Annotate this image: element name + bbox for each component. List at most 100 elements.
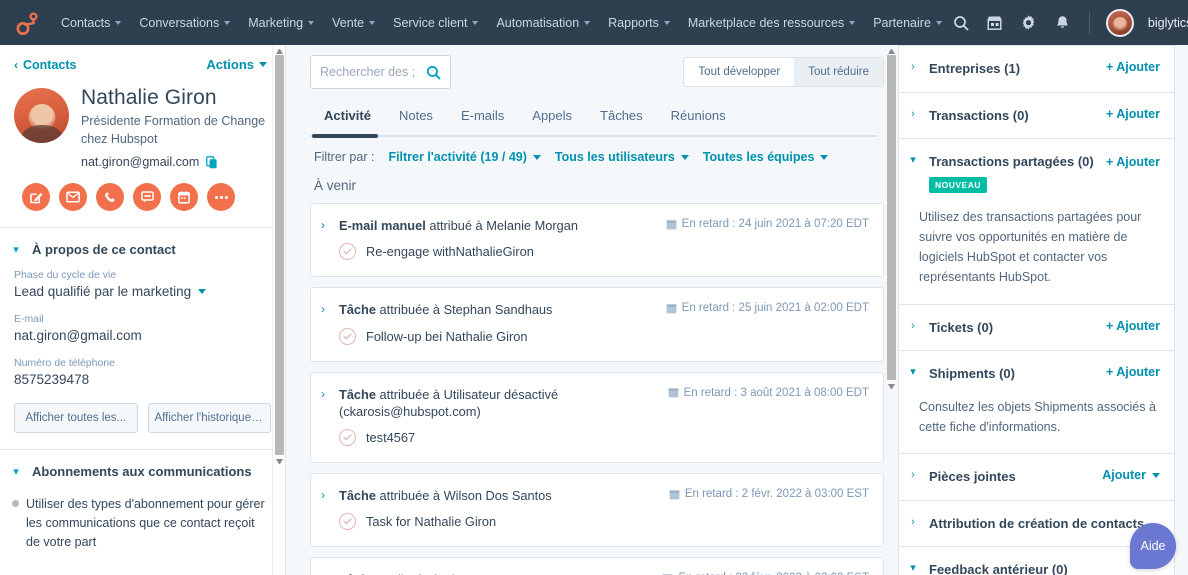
log-activity-icon[interactable] (133, 183, 161, 211)
chevron-right-icon[interactable]: › (907, 60, 919, 75)
task-complete-checkbox[interactable] (339, 243, 356, 260)
timeline-tabs: Activité Notes E-mails Appels Tâches Réu… (310, 99, 884, 135)
section-communication-subscriptions[interactable]: ▾ Abonnements aux communications (0, 450, 285, 491)
filter-teams-label: Toutes les équipes (703, 150, 815, 164)
help-button[interactable]: Aide (1130, 523, 1176, 569)
more-icon[interactable] (207, 183, 235, 211)
card-pieces-jointes: › Pièces jointes Ajouter (898, 454, 1175, 501)
nav-item-marketplace[interactable]: Marketplace des ressources (679, 10, 864, 36)
nav-item-vente[interactable]: Vente (323, 10, 384, 36)
scroll-up-icon[interactable] (888, 48, 895, 54)
card-transactions-partagees: ▾ Transactions partagées (0) NOUVEAU + A… (898, 139, 1175, 305)
chevron-down-icon[interactable]: ▾ (907, 561, 919, 575)
add-ticket-button[interactable]: + Ajouter (1106, 319, 1160, 333)
nav-item-rapports[interactable]: Rapports (599, 10, 679, 36)
add-shared-transaction-button[interactable]: + Ajouter (1106, 153, 1160, 171)
scroll-down-icon[interactable] (276, 459, 283, 465)
chevron-right-icon[interactable]: › (321, 217, 331, 233)
phone-icon[interactable] (96, 183, 124, 211)
task-complete-checkbox[interactable] (339, 513, 356, 530)
search-input[interactable] (310, 55, 451, 89)
filter-activity-dropdown[interactable]: Filtrer l'activité (19 / 49) (388, 150, 540, 164)
nav-item-marketing[interactable]: Marketing (239, 10, 323, 36)
add-attachment-dropdown[interactable]: Ajouter (1102, 468, 1160, 482)
chevron-right-icon[interactable]: › (907, 107, 919, 122)
chevron-right-icon[interactable]: › (321, 386, 331, 402)
show-property-history-button[interactable]: Afficher l'historique d... (148, 403, 272, 433)
activity-due: En retard : 2 févr. 2022 à 03:00 EST (669, 487, 869, 500)
nav-label: Marketing (248, 16, 303, 30)
avatar[interactable] (1106, 9, 1134, 37)
expand-all-button[interactable]: Tout développer (684, 58, 794, 86)
task-complete-checkbox[interactable] (339, 328, 356, 345)
scroll-down-icon[interactable] (888, 384, 895, 390)
task-complete-checkbox[interactable] (339, 429, 356, 446)
chevron-down-icon[interactable]: ▾ (907, 365, 919, 380)
section-about-contact[interactable]: ▾ À propos de ce contact (0, 228, 285, 269)
chevron-right-icon[interactable]: › (907, 515, 919, 530)
breadcrumb-back-contacts[interactable]: ‹ Contacts (14, 58, 76, 72)
note-icon[interactable] (22, 183, 50, 211)
calendar-icon (666, 219, 677, 230)
chevron-right-icon[interactable]: › (321, 571, 331, 575)
tab-taches[interactable]: Tâches (586, 99, 657, 135)
nav-item-automatisation[interactable]: Automatisation (487, 10, 599, 36)
nav-item-service-client[interactable]: Service client (384, 10, 487, 36)
add-entreprise-button[interactable]: + Ajouter (1106, 60, 1160, 74)
filter-users-dropdown[interactable]: Tous les utilisateurs (555, 150, 689, 164)
section-title: À propos de ce contact (32, 242, 176, 257)
timeline-scrollbar[interactable] (885, 45, 898, 575)
calendar-icon (669, 489, 680, 500)
chevron-right-icon[interactable]: › (907, 319, 919, 334)
field-phone-number: Numéro de téléphone 8575239478 (0, 357, 285, 387)
activity-timeline-panel: Tout développer Tout réduire Activité No… (300, 45, 898, 575)
scrollbar-thumb[interactable] (275, 55, 284, 455)
table-row[interactable]: › Tâche attribuée à Wilson Dos Santos En… (310, 473, 884, 547)
hubspot-sprocket-logo[interactable] (14, 10, 40, 36)
scroll-up-icon[interactable] (276, 48, 283, 54)
marketplace-icon[interactable] (985, 13, 1005, 33)
filter-bar: Filtrer par : Filtrer l'activité (19 / 4… (310, 137, 884, 170)
collapse-all-button[interactable]: Tout réduire (794, 58, 883, 86)
account-menu[interactable]: biglytics.net (1148, 16, 1188, 30)
tab-emails[interactable]: E-mails (447, 99, 518, 135)
nav-item-partenaire[interactable]: Partenaire (864, 10, 951, 36)
card-title: Attribution de création de contacts (929, 515, 1144, 533)
chevron-right-icon[interactable]: › (907, 468, 919, 483)
activity-title: Tâche attribuée à Vincent Roy (339, 571, 654, 575)
table-row[interactable]: › E-mail manuel attribué à Melanie Morga… (310, 203, 884, 277)
nav-item-contacts[interactable]: Contacts (52, 10, 130, 36)
filter-users-label: Tous les utilisateurs (555, 150, 675, 164)
email-icon[interactable] (59, 183, 87, 211)
tab-reunions[interactable]: Réunions (657, 99, 740, 135)
table-row[interactable]: › Tâche attribuée à Utilisateur désactiv… (310, 372, 884, 464)
table-row[interactable]: › Tâche attribuée à Stephan Sandhaus En … (310, 287, 884, 361)
actions-dropdown[interactable]: Actions (206, 57, 267, 72)
search-field[interactable] (320, 65, 420, 79)
field-label: Phase du cycle de vie (14, 269, 271, 281)
search-icon[interactable] (951, 13, 971, 33)
chevron-right-icon[interactable]: › (321, 487, 331, 503)
gear-icon[interactable] (1019, 13, 1039, 33)
bullet-icon (12, 500, 19, 507)
table-row[interactable]: › Tâche attribuée à Vincent Roy En retar… (310, 557, 884, 575)
chevron-down-icon[interactable]: ▾ (907, 153, 919, 168)
tab-notes[interactable]: Notes (385, 99, 447, 135)
left-panel-scrollbar[interactable] (272, 45, 285, 575)
add-transaction-button[interactable]: + Ajouter (1106, 107, 1160, 121)
sidebar-header: ‹ Contacts Actions (0, 45, 285, 78)
field-value[interactable]: Lead qualifié par le marketing (14, 284, 271, 299)
tab-activite[interactable]: Activité (310, 99, 385, 135)
calendar-icon[interactable] (170, 183, 198, 211)
bell-icon[interactable] (1053, 13, 1073, 33)
tab-appels[interactable]: Appels (518, 99, 586, 135)
nav-item-conversations[interactable]: Conversations (130, 10, 239, 36)
filter-teams-dropdown[interactable]: Toutes les équipes (703, 150, 829, 164)
activity-due: En retard : 22 févr. 2022 à 02:00 EST (662, 571, 869, 575)
show-all-properties-button[interactable]: Afficher toutes les... (14, 403, 138, 433)
scrollbar-thumb[interactable] (887, 55, 896, 380)
search-icon[interactable] (426, 65, 441, 80)
add-shipment-button[interactable]: + Ajouter (1106, 365, 1160, 379)
chevron-right-icon[interactable]: › (321, 301, 331, 317)
copy-icon[interactable] (206, 156, 218, 169)
